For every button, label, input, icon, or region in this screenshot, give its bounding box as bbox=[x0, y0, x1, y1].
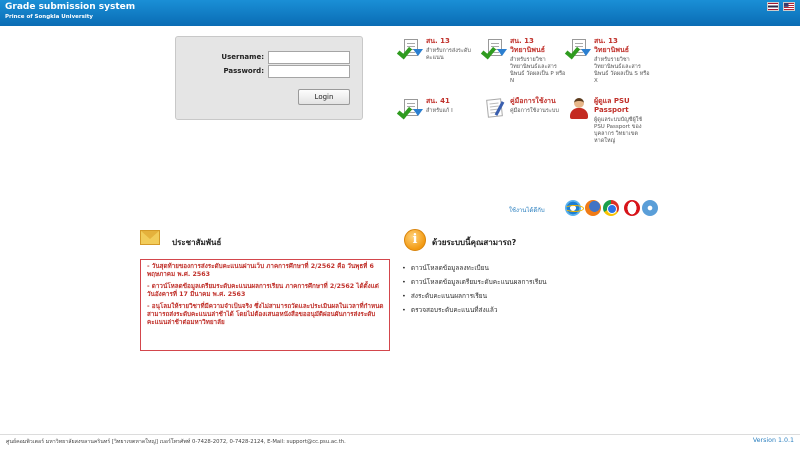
info-icon: i bbox=[404, 229, 426, 251]
us-flag-icon[interactable] bbox=[783, 2, 795, 11]
link-psu-passport-admin[interactable]: ผู้ดูแล PSU Passport ผู้ดูแลระบบบัญชีผู้… bbox=[568, 97, 650, 151]
link-description: สำหรับรายวิชาวิทยานิพนธ์และสารนิพนธ์ วัด… bbox=[594, 57, 650, 84]
feature-item: ส่งระดับคะแนนผลการเรียน bbox=[402, 292, 547, 300]
university-name: Prince of Songkla University bbox=[5, 14, 93, 20]
link-title: สน. 13 วิทยานิพนธ์ bbox=[594, 37, 630, 54]
header-bar: Grade submission system Prince of Songkl… bbox=[0, 0, 800, 26]
password-row: Password: bbox=[176, 65, 364, 79]
link-sn13-thesis-sx[interactable]: สน. 13 วิทยานิพนธ์ สำหรับรายวิชาวิทยานิพ… bbox=[564, 37, 650, 89]
user-admin-icon bbox=[568, 97, 590, 121]
app-title: Grade submission system bbox=[5, 2, 136, 12]
document-check-icon bbox=[396, 97, 423, 121]
envelope-icon bbox=[140, 230, 160, 245]
username-label: Username: bbox=[221, 53, 264, 61]
feature-item: ดาวน์โหลดข้อมูลเตรียมระดับคะแนนผลการเรีย… bbox=[402, 278, 547, 286]
document-check-icon bbox=[480, 37, 507, 61]
password-label: Password: bbox=[223, 67, 264, 75]
login-panel: Username: Password: Login bbox=[175, 36, 363, 120]
news-item: - ดาวน์โหลดข้อมูลเตรียมระดับคะแนนผลการเร… bbox=[147, 283, 379, 298]
thai-flag-icon[interactable] bbox=[767, 2, 779, 11]
link-description: คู่มือการใช้งานระบบ bbox=[510, 108, 559, 114]
link-description: สำหรับแก้ I bbox=[426, 108, 453, 114]
footer-divider bbox=[0, 434, 800, 435]
link-title: สน. 41 bbox=[426, 97, 450, 105]
link-sn41[interactable]: สน. 41 สำหรับแก้ I bbox=[396, 97, 482, 149]
password-input[interactable] bbox=[268, 65, 350, 78]
link-title: สน. 13 bbox=[426, 37, 450, 45]
link-sn13[interactable]: สน. 13 สำหรับการส่งระดับคะแนน bbox=[396, 37, 482, 89]
firefox-icon bbox=[585, 200, 601, 216]
username-row: Username: bbox=[176, 51, 364, 65]
help-heading: ด้วยระบบนี้คุณสามารถ? bbox=[432, 238, 517, 247]
link-description: ผู้ดูแลระบบบัญชีผู้ใช้ PSU Passport ของบ… bbox=[594, 117, 643, 144]
username-input[interactable] bbox=[268, 51, 350, 64]
link-title: ผู้ดูแล PSU Passport bbox=[594, 97, 630, 114]
link-title: คู่มือการใช้งาน bbox=[510, 97, 556, 105]
feature-item: ตรวจสอบระดับคะแนนที่ส่งแล้ว bbox=[402, 306, 547, 314]
link-sn13-thesis-pn[interactable]: สน. 13 วิทยานิพนธ์ สำหรับรายวิชาวิทยานิพ… bbox=[480, 37, 566, 89]
document-check-icon bbox=[564, 37, 591, 61]
document-check-icon bbox=[396, 37, 423, 61]
chrome-icon bbox=[603, 200, 619, 216]
link-description: สำหรับรายวิชาวิทยานิพนธ์และสารนิพนธ์ วัด… bbox=[510, 57, 566, 84]
link-description: สำหรับการส่งระดับคะแนน bbox=[426, 48, 471, 61]
news-item: - วันสุดท้ายของการส่งระดับคะแนนผ่านเว็บ … bbox=[147, 263, 374, 278]
news-item: - อนุโลมให้รายวิชาที่มีความจำเป็นจริง ซึ… bbox=[147, 303, 384, 326]
pr-heading: ประชาสัมพันธ์ bbox=[172, 238, 222, 247]
login-button[interactable]: Login bbox=[298, 89, 350, 105]
footer-contact: ศูนย์คอมพิวเตอร์ มหาวิทยาลัยสงขลานครินทร… bbox=[6, 439, 346, 445]
browsers-label: ใช้งานได้ดีกับ bbox=[509, 207, 545, 214]
feature-item: ดาวน์โหลดข้อมูลลงทะเบียน bbox=[402, 264, 547, 272]
version-label: Version 1.0.1 bbox=[752, 437, 794, 444]
safari-icon bbox=[642, 200, 658, 216]
manual-icon bbox=[484, 97, 506, 121]
link-user-manual[interactable]: คู่มือการใช้งาน คู่มือการใช้งานระบบ bbox=[484, 97, 566, 149]
internet-explorer-icon bbox=[565, 200, 584, 216]
news-box: - วันสุดท้ายของการส่งระดับคะแนนผ่านเว็บ … bbox=[140, 259, 390, 351]
feature-list: ดาวน์โหลดข้อมูลลงทะเบียน ดาวน์โหลดข้อมูล… bbox=[402, 264, 547, 320]
link-title: สน. 13 วิทยานิพนธ์ bbox=[510, 37, 546, 54]
opera-icon bbox=[624, 200, 640, 216]
